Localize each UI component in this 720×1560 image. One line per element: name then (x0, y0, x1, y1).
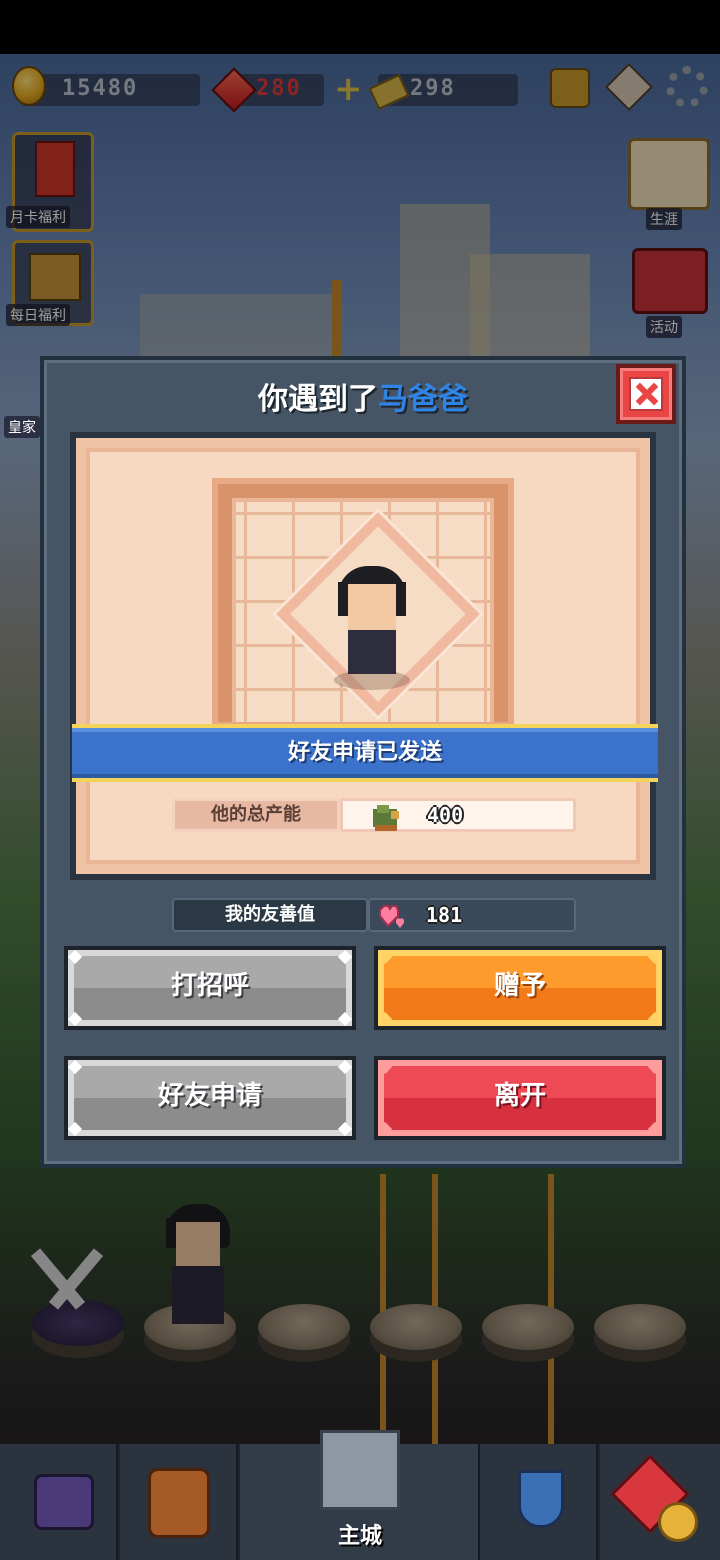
close-button[interactable] (616, 364, 676, 424)
production-label-box: 他的总产能 (172, 798, 340, 832)
friendship-row: 我的友善值 181 (172, 898, 576, 932)
gift-button-label: 赠予 (493, 971, 546, 1001)
friend-request-button[interactable]: 好友申请 (64, 1056, 356, 1140)
friendship-value: 181 (426, 903, 463, 927)
player-avatar[interactable] (332, 566, 412, 690)
close-icon (629, 377, 663, 411)
nav-main-city-label: 主城 (337, 1524, 382, 1549)
dice-icon (34, 1474, 94, 1530)
greet-button-label: 打招呼 (170, 971, 249, 1001)
nav-shop-button[interactable] (600, 1444, 720, 1560)
coin-stack-icon (658, 1502, 698, 1542)
production-dragon-icon (373, 805, 399, 831)
production-value-box: 400 (340, 798, 576, 832)
production-label: 他的总产能 (211, 804, 301, 825)
friend-request-button-label: 好友申请 (157, 1081, 262, 1111)
nav-lottery-button[interactable] (0, 1444, 118, 1560)
encountered-player-name[interactable]: 马爸爸 (378, 382, 468, 417)
greet-button[interactable]: 打招呼 (64, 946, 356, 1030)
encounter-dialog: 你遇到了马爸爸 好友申请已发送 他的总产能 400 我的友善值 181 打招呼 … (40, 356, 686, 1168)
portrait-frame (212, 478, 514, 728)
friendship-label: 我的友善值 (225, 904, 315, 925)
heart-icon (379, 905, 404, 928)
dialog-title: 你遇到了马爸爸 (44, 374, 682, 418)
nav-tavern-button[interactable] (120, 1444, 238, 1560)
production-row: 他的总产能 400 (172, 798, 576, 832)
title-prefix: 你遇到了 (258, 382, 378, 417)
royal-label[interactable]: 皇家 (4, 416, 40, 438)
leave-button[interactable]: 离开 (374, 1056, 666, 1140)
friendship-label-box: 我的友善值 (172, 898, 368, 932)
banner-text: 好友申请已发送 (287, 740, 442, 765)
leave-button-label: 离开 (493, 1081, 546, 1111)
production-value: 400 (427, 803, 464, 827)
beer-mug-icon (148, 1468, 210, 1538)
friendship-value-box: 181 (368, 898, 576, 932)
shield-icon (518, 1470, 564, 1528)
nav-battle-button[interactable] (480, 1444, 598, 1560)
portrait-background (232, 498, 494, 722)
friend-request-sent-banner: 好友申请已发送 (72, 724, 658, 782)
castle-tower-icon (320, 1430, 400, 1510)
gift-button[interactable]: 赠予 (374, 946, 666, 1030)
